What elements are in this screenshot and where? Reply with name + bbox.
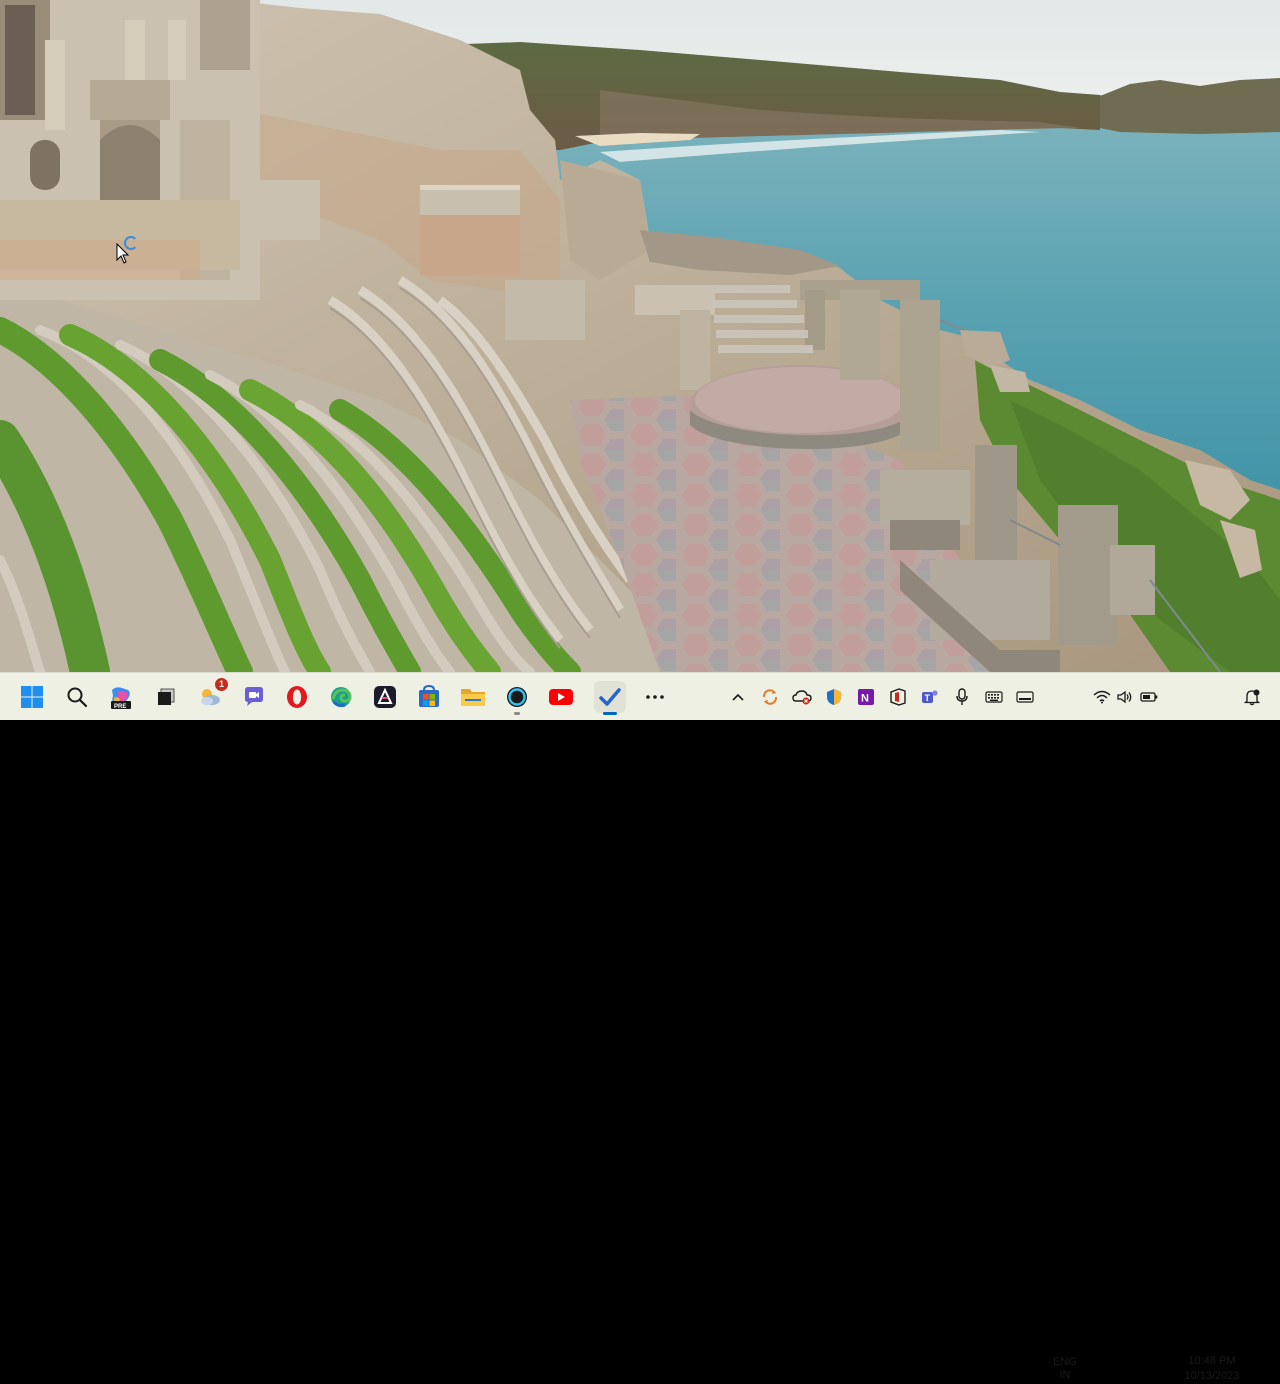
todo-button[interactable]	[594, 681, 626, 715]
checkmark-icon	[599, 688, 621, 706]
battery-icon	[1140, 692, 1158, 702]
wallpaper-image	[0, 0, 1280, 672]
battery-button[interactable]	[1137, 685, 1161, 709]
edge-button[interactable]	[325, 681, 357, 713]
shield-icon	[827, 689, 841, 705]
clock-date: 10/13/2023	[1184, 1370, 1240, 1382]
security-tray-button[interactable]	[822, 685, 846, 709]
sync-icon	[762, 689, 778, 705]
microphone-icon	[956, 688, 968, 705]
office-tray-button[interactable]	[886, 685, 910, 709]
file-explorer-button[interactable]	[457, 681, 489, 713]
alexa-running-indicator	[514, 712, 520, 715]
youtube-button[interactable]	[545, 681, 577, 713]
affinity-icon	[374, 686, 396, 708]
affinity-button[interactable]	[369, 681, 401, 713]
teams-icon: T	[922, 690, 938, 703]
wifi-icon	[1093, 690, 1111, 704]
network-button[interactable]	[1090, 685, 1114, 709]
onenote-icon: N	[858, 689, 874, 705]
opera-icon	[287, 686, 307, 708]
clock[interactable]: 10:48 PM 10/13/2023	[1180, 1354, 1244, 1384]
svg-text:N: N	[861, 693, 869, 705]
cloud-icon	[792, 690, 812, 705]
language-code: ENG	[1053, 1356, 1077, 1368]
notification-bell-icon	[1243, 689, 1261, 706]
opera-button[interactable]	[281, 681, 313, 713]
widgets-badge: 1	[215, 678, 228, 691]
volume-icon	[1117, 690, 1132, 704]
mouse-pointer-icon	[116, 243, 130, 264]
youtube-icon	[549, 689, 573, 705]
language-region: IN	[1059, 1369, 1071, 1381]
todo-active-indicator	[603, 712, 617, 715]
widgets-button[interactable]: 1	[194, 678, 228, 713]
touch-keyboard-button[interactable]	[982, 685, 1006, 709]
notification-center-button[interactable]	[1240, 685, 1264, 709]
office-icon	[890, 688, 906, 706]
microphone-tray-button[interactable]	[950, 685, 974, 709]
search-button[interactable]	[61, 681, 93, 713]
display-icon	[1016, 691, 1034, 703]
volume-button[interactable]	[1113, 685, 1137, 709]
cloud-tray-button[interactable]	[790, 685, 814, 709]
store-button[interactable]	[413, 681, 445, 713]
input-language-indicator[interactable]: ENG IN	[1050, 1356, 1080, 1382]
chevron-up-icon	[732, 693, 744, 701]
windows-logo-icon	[21, 686, 43, 708]
keyboard-icon	[985, 691, 1003, 703]
sync-tray-button[interactable]	[758, 685, 782, 709]
task-view-icon	[158, 688, 175, 705]
clock-time: 10:48 PM	[1188, 1355, 1236, 1367]
more-icon	[646, 695, 664, 699]
more-apps-button[interactable]	[639, 681, 671, 713]
alexa-button[interactable]	[501, 681, 533, 715]
show-hidden-icons-button[interactable]	[726, 685, 750, 709]
chat-icon	[245, 687, 263, 706]
alexa-icon	[507, 687, 527, 707]
start-button[interactable]	[16, 681, 48, 713]
search-icon	[67, 687, 88, 708]
store-icon	[419, 685, 439, 707]
display-tray-button[interactable]	[1013, 685, 1037, 709]
taskbar: PRE 1 N T ENG IN 10:48 PM 10/13/2023	[0, 672, 1280, 1382]
folder-icon	[461, 689, 485, 706]
edge-icon	[331, 687, 352, 708]
desktop-wallpaper	[0, 0, 1280, 672]
onenote-tray-button[interactable]: N	[854, 685, 878, 709]
teams-tray-button[interactable]: T	[918, 685, 942, 709]
task-view-button[interactable]	[150, 681, 182, 713]
teams-chat-button[interactable]	[238, 681, 270, 713]
copilot-pre-label: PRE	[114, 704, 127, 710]
copilot-button[interactable]: PRE	[105, 681, 137, 713]
svg-text:T: T	[925, 693, 931, 703]
